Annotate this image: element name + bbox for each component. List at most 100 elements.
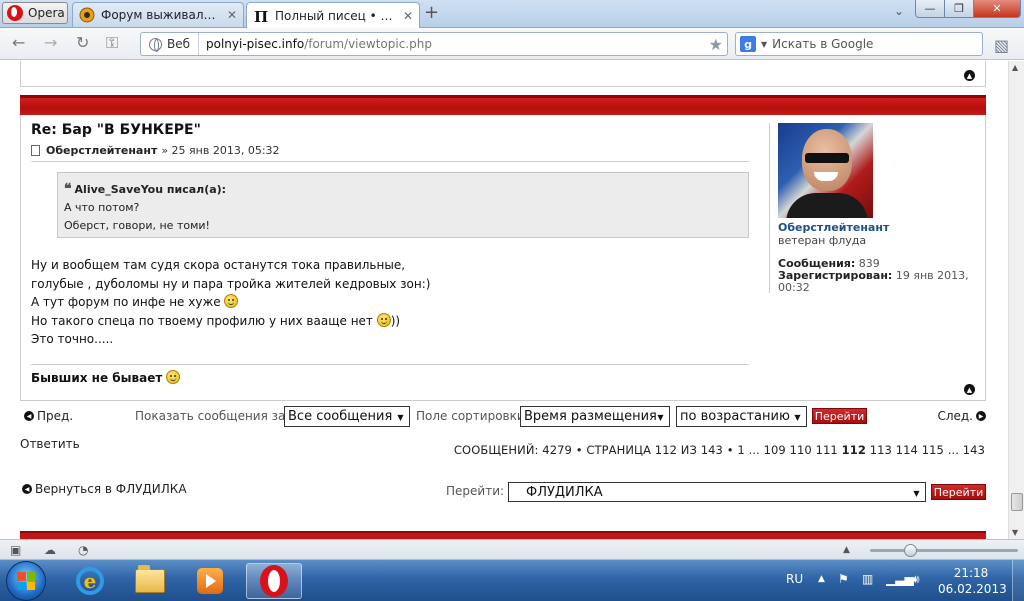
body-line-suffix: )) — [390, 313, 401, 328]
smile-icon — [224, 294, 239, 308]
zoom-up-icon[interactable]: ▲ — [843, 545, 850, 555]
pagination-pages-before[interactable]: 1 ... 109 110 111 — [737, 443, 837, 457]
search-field[interactable]: g ▼ Искать в Google — [735, 32, 983, 56]
dropdown-arrow-icon: ▼ — [397, 412, 404, 422]
start-button[interactable] — [6, 561, 46, 601]
pagination-current-page: 112 — [841, 443, 866, 457]
tab-close-icon[interactable]: ✕ — [227, 8, 237, 22]
language-indicator[interactable]: RU — [786, 572, 803, 586]
forward-arrow-icon[interactable]: → — [44, 35, 57, 51]
opera-icon — [260, 565, 288, 597]
web-chip-label: Веб — [167, 37, 191, 51]
back-to-forum-link[interactable]: ◀ Вернуться в ФЛУДИЛКА — [22, 482, 187, 496]
avatar[interactable] — [778, 123, 873, 218]
volume-icon[interactable]: 🔊︎ — [912, 572, 920, 587]
profile-rank: ветеран флуда — [778, 234, 867, 247]
to-top-icon[interactable]: ▲ — [964, 384, 975, 395]
taskbar-ie[interactable]: e — [62, 563, 118, 599]
reply-button[interactable]: Ответить — [20, 437, 80, 451]
signature: Бывших не бывает — [31, 370, 181, 385]
close-window-button[interactable]: ✕ — [973, 0, 1021, 18]
back-arrow-icon[interactable]: ← — [12, 35, 25, 51]
tab-forum-survivalist[interactable]: Форум выживальщик... ✕ — [72, 2, 244, 27]
address-field[interactable]: Веб polnyi-pisec.info/forum/viewtopic.ph… — [140, 32, 728, 56]
next-topic-link[interactable]: След. ▶ — [937, 409, 986, 423]
tab-close-icon[interactable]: ✕ — [403, 9, 413, 23]
action-center-flag-icon[interactable]: ⚑ — [838, 572, 849, 586]
show-desktop-button[interactable] — [1012, 560, 1024, 601]
show-posts-select[interactable]: Все сообщения ▼ — [284, 406, 410, 427]
author-profile: Оберстлейтенант ветеран флуда Сообщения:… — [769, 123, 979, 294]
jump-to-label: Перейти: — [446, 484, 505, 498]
post-author[interactable]: Оберстлейтенант — [46, 144, 157, 157]
panel-toggle-icon[interactable]: ▣ — [10, 543, 21, 557]
quote-line: А что потом? — [64, 201, 140, 214]
network-signal-icon[interactable]: ▁▃▅ — [886, 572, 914, 586]
bookmark-star-icon[interactable]: ★ — [709, 35, 723, 54]
arrow-left-icon: ◀ — [24, 411, 34, 421]
post-title[interactable]: Re: Бар "В БУНКЕРЕ" — [31, 122, 201, 138]
to-top-icon[interactable]: ▲ — [964, 70, 975, 81]
quote-line: Оберст, говори, не томи! — [64, 219, 210, 232]
show-posts-value: Все сообщения — [288, 409, 393, 424]
sort-field-select[interactable]: Время размещения ▼ — [520, 406, 670, 427]
tray-expand-icon[interactable]: ▲ — [818, 574, 825, 584]
tab-menu-chevron-icon[interactable]: ⌄ — [894, 4, 904, 18]
url-host: polnyi-pisec.info — [206, 37, 305, 51]
forum-favicon-icon — [79, 7, 95, 23]
folder-icon — [135, 565, 165, 593]
registered-date: 19 янв 2013, — [895, 269, 969, 282]
sort-go-button[interactable]: Перейти — [812, 408, 867, 424]
scroll-thumb[interactable] — [1011, 493, 1023, 511]
search-engine-dropdown-icon[interactable]: ▼ — [761, 40, 767, 49]
vertical-scrollbar[interactable]: ▲ ▼ — [1008, 61, 1024, 539]
maximize-button[interactable]: ❐ — [944, 0, 974, 18]
body-line: А тут форум по инфе не хуже — [31, 295, 221, 309]
profile-name[interactable]: Оберстлейтенант — [778, 221, 979, 234]
post-header-bar — [20, 95, 986, 115]
signature-divider — [31, 364, 749, 365]
taskbar-media-player[interactable] — [182, 563, 238, 599]
prev-label: Пред. — [37, 409, 74, 423]
cloud-icon[interactable]: ☁ — [44, 543, 56, 557]
jump-to-forum-select[interactable]: ФЛУДИЛКА ▼ — [508, 482, 926, 502]
scroll-up-icon[interactable]: ▲ — [1012, 63, 1018, 72]
usb-device-icon[interactable]: ▥ — [862, 572, 873, 586]
dropdown-arrow-icon: ▼ — [913, 488, 920, 498]
speed-dial-icon[interactable]: ◔ — [78, 543, 88, 557]
post-doc-icon[interactable] — [31, 145, 40, 156]
google-icon: g — [740, 36, 756, 52]
clock-time: 21:18 — [953, 566, 989, 580]
grin-icon — [376, 312, 391, 327]
arrow-right-icon: ▶ — [976, 411, 986, 421]
url-text: polnyi-pisec.info/forum/viewtopic.php — [199, 37, 432, 51]
web-security-chip[interactable]: Веб — [141, 33, 200, 55]
tab-polnyi-pisec[interactable]: П Полный писец • Прос... ✕ — [246, 2, 420, 28]
taskbar-opera[interactable] — [246, 563, 302, 599]
scroll-down-icon[interactable]: ▼ — [1012, 528, 1018, 537]
key-icon[interactable]: ⚿ — [106, 35, 118, 51]
show-posts-label: Показать сообщения за: — [135, 409, 290, 423]
browser-status-bar: ▣ ☁ ◔ ▲ — [0, 539, 1024, 559]
tab-bar: Opera Форум выживальщик... ✕ П Полный пи… — [0, 0, 1024, 28]
quote-header: ❝ Alive_SaveYou писал(а): — [64, 180, 742, 199]
sort-order-value: по возрастанию — [680, 409, 790, 424]
opera-menu-button[interactable]: Opera — [2, 2, 68, 24]
zoom-slider-track[interactable] — [870, 549, 1018, 552]
jump-go-button[interactable]: Перейти — [931, 484, 986, 500]
zoom-slider-handle[interactable] — [904, 544, 917, 557]
quote-block: ❝ Alive_SaveYou писал(а): А что потом? Об… — [57, 172, 749, 238]
minimize-button[interactable]: — — [915, 0, 945, 18]
post-date: » 25 янв 2013, 05:32 — [161, 144, 280, 157]
body-line: голубые , дуболомы ну и пара тройка жите… — [31, 276, 431, 291]
extensions-icon[interactable]: ▧ — [994, 36, 1009, 55]
taskbar-clock[interactable]: 21:18 06.02.2013 — [938, 565, 1007, 597]
new-tab-button[interactable]: + — [424, 4, 439, 22]
tab-title: Форум выживальщик... — [101, 8, 221, 22]
pagination-pages-after[interactable]: 113 114 115 ... 143 — [870, 443, 985, 457]
reload-icon[interactable]: ↻ — [76, 35, 89, 51]
sort-order-select[interactable]: по возрастанию ▼ — [676, 406, 807, 427]
taskbar-explorer[interactable] — [122, 563, 178, 599]
body-line: Ну и вообщем там судя скора останутся то… — [31, 258, 406, 272]
prev-topic-link[interactable]: ◀ Пред. — [24, 409, 73, 423]
